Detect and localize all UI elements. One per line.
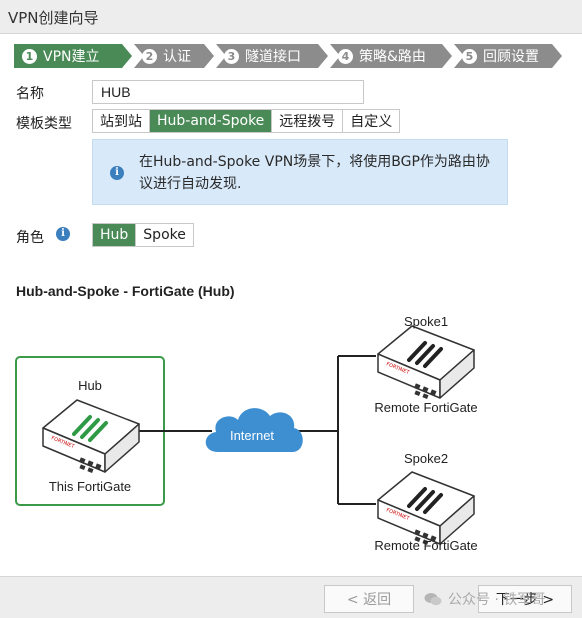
spoke2-label: Spoke2 (403, 451, 449, 466)
info-text: 在Hub-and-Spoke VPN场景下，将使用BGP作为路由协议进行自动发现… (139, 154, 490, 192)
role-label: 角色 (16, 230, 44, 246)
step-label: 认证 (163, 49, 191, 65)
window-title: VPN创建向导 (8, 9, 99, 27)
template-option-hub-and-spoke[interactable]: Hub-and-Spoke (150, 110, 273, 132)
internet-label: Internet (229, 428, 275, 443)
template-option-custom[interactable]: 自定义 (343, 110, 400, 132)
step-number: 4 (338, 48, 353, 64)
step-policy-routing[interactable]: 4 策略&路由 (330, 44, 452, 68)
info-message: i 在Hub-and-Spoke VPN场景下，将使用BGP作为路由协议进行自动… (92, 139, 508, 205)
hub-device-icon: FORTINET (42, 399, 140, 474)
step-number: 1 (22, 48, 37, 64)
step-vpn-setup[interactable]: 1 VPN建立 (14, 44, 132, 68)
spoke1-label: Spoke1 (403, 314, 449, 329)
step-number: 5 (462, 48, 477, 64)
step-review-settings[interactable]: 5 回顾设置 (454, 44, 562, 68)
name-label: 名称 (16, 86, 44, 102)
step-number: 3 (224, 48, 239, 64)
back-button[interactable]: < 返回 (324, 585, 414, 613)
step-tunnel-interface[interactable]: 3 隧道接口 (216, 44, 328, 68)
template-option-site-to-site[interactable]: 站到站 (93, 110, 150, 132)
spoke2-device-icon: FORTINET (377, 471, 475, 546)
role-selector: Hub Spoke (92, 223, 194, 247)
step-label: 回顾设置 (483, 49, 539, 65)
diagram-title: Hub-and-Spoke - FortiGate (Hub) (16, 283, 235, 299)
name-input[interactable] (92, 80, 364, 104)
spoke1-caption: Remote FortiGate (374, 400, 478, 415)
watermark-text: 公众号 · 铁军哥 (448, 592, 546, 608)
hub-caption: This FortiGate (48, 479, 132, 494)
template-option-remote-access[interactable]: 远程拨号 (272, 110, 344, 132)
footer-bar: < 返回 下一步 > 公众号 · 铁军哥 (0, 576, 582, 618)
spoke2-caption: Remote FortiGate (374, 538, 478, 553)
spoke1-device-icon: FORTINET (377, 325, 475, 400)
title-bar: VPN创建向导 (0, 0, 582, 34)
step-label: VPN建立 (43, 49, 100, 65)
template-type-label: 模板类型 (16, 116, 72, 132)
wizard-steps: 1 VPN建立 2 认证 3 隧道接口 4 策略&路由 5 回顾设置 (14, 44, 562, 68)
hub-label: Hub (78, 378, 102, 393)
template-type-selector: 站到站 Hub-and-Spoke 远程拨号 自定义 (92, 109, 401, 133)
step-label: 策略&路由 (359, 49, 426, 65)
role-option-spoke[interactable]: Spoke (136, 224, 193, 246)
watermark: 公众号 · 铁军哥 (424, 589, 545, 609)
role-option-hub[interactable]: Hub (93, 224, 137, 246)
info-icon: i (110, 166, 124, 180)
step-number: 2 (142, 48, 157, 64)
wechat-icon (424, 593, 442, 606)
role-info-icon[interactable]: i (56, 227, 70, 241)
step-authentication[interactable]: 2 认证 (134, 44, 214, 68)
step-label: 隧道接口 (245, 49, 301, 65)
topology-diagram: FORTINET FORTINET FORTINET Hub This Fort… (0, 300, 582, 568)
